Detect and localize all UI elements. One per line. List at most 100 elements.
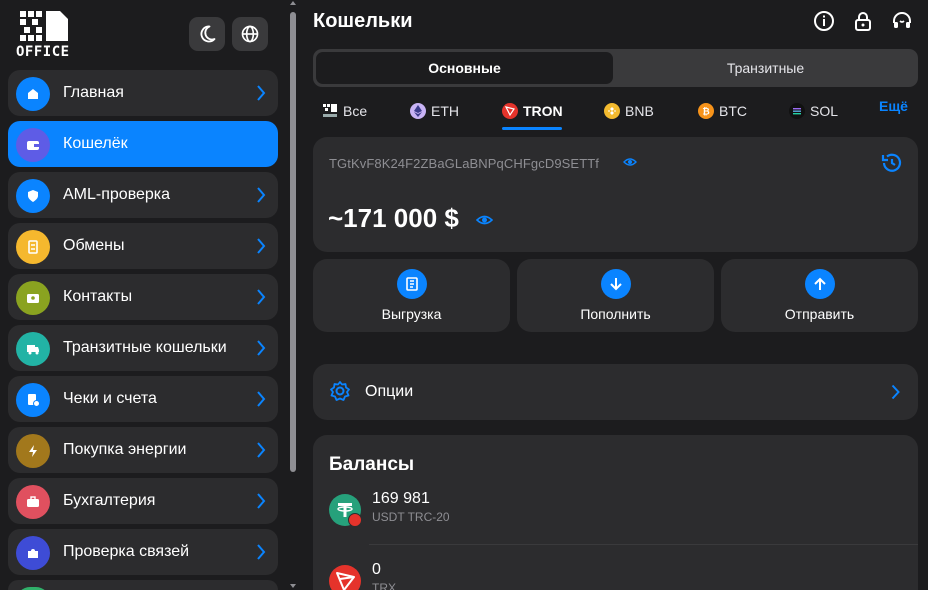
lock-icon[interactable] <box>852 10 874 32</box>
chain-tab-btc[interactable]: ₿ BTC <box>698 100 747 122</box>
sidebar-item-label: Чеки и счета <box>63 390 157 407</box>
active-chain-indicator <box>502 127 562 130</box>
eye-icon[interactable] <box>476 213 493 227</box>
tab-transit[interactable]: Транзитные <box>616 52 915 84</box>
token-row-trx[interactable]: 0 TRX <box>329 561 909 590</box>
eye-icon[interactable] <box>623 156 637 168</box>
solana-icon <box>789 103 805 119</box>
scroll-down-arrow-icon[interactable] <box>289 583 297 589</box>
scroll-up-arrow-icon[interactable] <box>289 0 297 6</box>
chevron-right-icon <box>257 442 266 458</box>
chevron-right-icon <box>257 85 266 101</box>
arrow-down-icon <box>601 269 631 299</box>
balances-card: Балансы 169 981 USDT TRC-20 0 TRX <box>313 435 918 590</box>
lightning-icon <box>16 434 50 468</box>
briefcase-icon <box>16 485 50 519</box>
info-icon[interactable] <box>813 10 835 32</box>
chevron-right-icon <box>257 544 266 560</box>
sidebar-item-accounting[interactable]: Бухгалтерия <box>8 478 278 524</box>
sidebar-item-home[interactable]: Главная <box>8 70 278 116</box>
sidebar-item-transit-wallets[interactable]: Транзитные кошельки <box>8 325 278 371</box>
token-row-usdt[interactable]: 169 981 USDT TRC-20 <box>329 490 909 544</box>
home-icon <box>16 77 50 111</box>
wallet-card: TGtKvF8K24F2ZBaGLaBNPqCHFgcD9SETTf ~171 … <box>313 137 918 252</box>
sidebar-item-label: Проверка связей <box>63 543 190 560</box>
action-label: Выгрузка <box>381 306 442 322</box>
chevron-right-icon <box>257 391 266 407</box>
truck-icon <box>16 332 50 366</box>
wallet-type-switch: Основные Транзитные <box>313 49 918 87</box>
sidebar-item-partial[interactable] <box>8 580 278 590</box>
chain-label: SOL <box>810 103 839 119</box>
deposit-button[interactable]: Пополнить <box>517 259 714 332</box>
ethereum-icon <box>410 103 426 119</box>
sidebar-item-contacts[interactable]: Контакты <box>8 274 278 320</box>
tron-icon <box>329 565 361 590</box>
chains-more-link[interactable]: Ещё <box>879 98 908 114</box>
sidebar-item-exchanges[interactable]: Обмены <box>8 223 278 269</box>
sidebar-item-link-check[interactable]: Проверка связей <box>8 529 278 575</box>
token-name: TRX <box>372 581 396 590</box>
chain-label: BNB <box>625 103 654 119</box>
sidebar-item-aml[interactable]: AML-проверка <box>8 172 278 218</box>
sidebar-item-label: Главная <box>63 84 124 101</box>
wallet-balance: ~171 000 $ <box>328 203 459 233</box>
support-headset-icon[interactable] <box>891 10 913 32</box>
sidebar-item-label: Кошелёк <box>63 135 128 152</box>
gear-icon <box>330 381 350 401</box>
sidebar-item-invoices[interactable]: Чеки и счета <box>8 376 278 422</box>
chain-tab-sol[interactable]: SOL <box>789 100 838 122</box>
chevron-right-icon <box>257 493 266 509</box>
wallet-address[interactable]: TGtKvF8K24F2ZBaGLaBNPqCHFgcD9SETTf <box>329 156 599 171</box>
chain-label: BTC <box>719 103 747 119</box>
chevron-right-icon <box>257 289 266 305</box>
puzzle-icon <box>16 536 50 570</box>
export-button[interactable]: Выгрузка <box>313 259 510 332</box>
options-row[interactable]: Опции <box>313 364 918 420</box>
action-label: Пополнить <box>580 306 651 322</box>
chain-tab-eth[interactable]: ETH <box>410 100 459 122</box>
chain-label: ETH <box>431 103 459 119</box>
office-logo-icon <box>20 11 68 41</box>
chain-tab-all[interactable]: Все <box>322 100 367 122</box>
logo-wordmark: OFFICE <box>16 44 70 60</box>
office-logo[interactable]: OFFICE <box>16 9 70 61</box>
chain-tab-tron[interactable]: TRON <box>502 100 563 122</box>
page-title: Кошельки <box>313 10 413 32</box>
chain-tab-bnb[interactable]: BNB <box>604 100 654 122</box>
send-button[interactable]: Отправить <box>721 259 918 332</box>
options-label: Опции <box>365 383 414 400</box>
theme-toggle-button[interactable] <box>189 17 225 51</box>
invoice-icon <box>16 383 50 417</box>
divider <box>369 544 918 545</box>
bnb-icon <box>604 103 620 119</box>
sidebar-item-label: Обмены <box>63 237 125 254</box>
chain-label: TRON <box>523 103 563 119</box>
contact-card-icon <box>16 281 50 315</box>
sidebar-item-label: Транзитные кошельки <box>63 339 227 356</box>
svg-text:₿: ₿ <box>702 107 709 117</box>
chevron-right-icon <box>891 384 900 400</box>
wallet-icon <box>16 128 50 162</box>
globe-icon <box>241 25 259 43</box>
sidebar-item-label: AML-проверка <box>63 186 171 203</box>
bitcoin-icon: ₿ <box>698 103 714 119</box>
tron-badge-icon <box>348 513 362 527</box>
token-amount: 0 <box>372 561 381 578</box>
token-amount: 169 981 <box>372 490 430 507</box>
history-icon[interactable] <box>880 151 904 175</box>
tron-icon <box>502 103 518 119</box>
arrow-up-icon <box>805 269 835 299</box>
sidebar-item-wallet[interactable]: Кошелёк <box>8 121 278 167</box>
tab-main[interactable]: Основные <box>316 52 613 84</box>
sidebar-scrollbar[interactable] <box>289 0 297 590</box>
sidebar-item-label: Покупка энергии <box>63 441 187 458</box>
language-button[interactable] <box>232 17 268 51</box>
scroll-thumb[interactable] <box>290 12 296 472</box>
sidebar: OFFICE Главная Кошелёк AML-проверка Обме… <box>0 0 296 590</box>
export-file-icon <box>397 269 427 299</box>
office-logo-icon <box>323 104 337 117</box>
sidebar-item-energy[interactable]: Покупка энергии <box>8 427 278 473</box>
chevron-right-icon <box>257 340 266 356</box>
token-name: USDT TRC-20 <box>372 510 450 524</box>
